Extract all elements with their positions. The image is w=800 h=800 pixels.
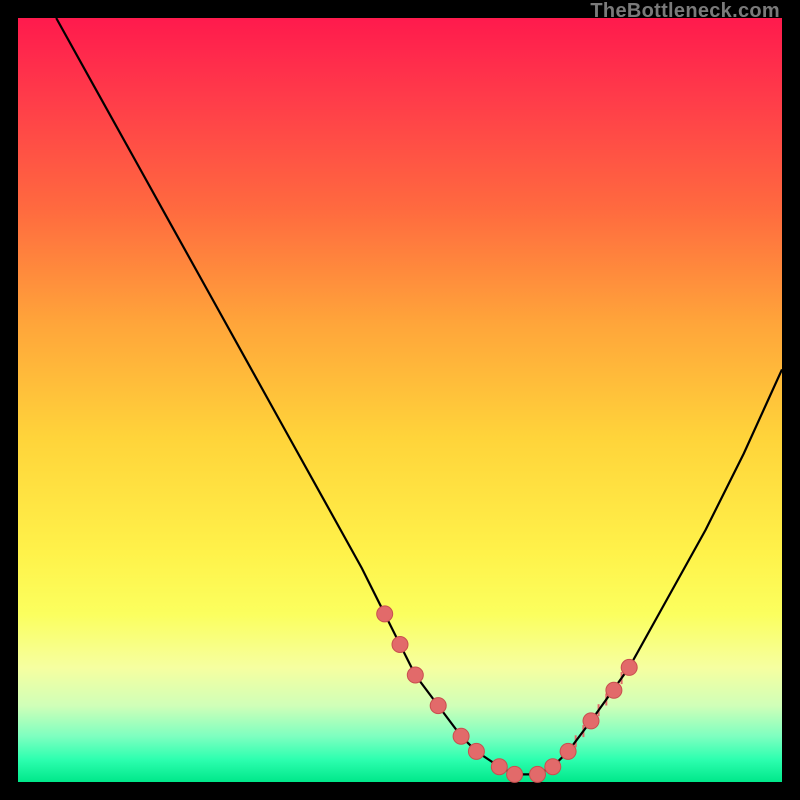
highlight-dot (560, 743, 576, 759)
highlight-dot (491, 759, 507, 775)
chart-plot (18, 18, 782, 782)
bottleneck-curve (56, 18, 782, 774)
highlight-dot (583, 713, 599, 729)
highlight-dot (468, 743, 484, 759)
chart-frame: TheBottleneck.com (18, 18, 782, 782)
highlight-dot (530, 766, 546, 782)
highlight-dot (392, 637, 408, 653)
highlight-dot (453, 728, 469, 744)
highlight-dot (377, 606, 393, 622)
highlight-dots (377, 606, 638, 783)
highlight-dot (621, 659, 637, 675)
highlight-dot (430, 698, 446, 714)
highlight-dot (606, 682, 622, 698)
highlight-dot (507, 766, 523, 782)
highlight-dot (545, 759, 561, 775)
highlight-dot (407, 667, 423, 683)
